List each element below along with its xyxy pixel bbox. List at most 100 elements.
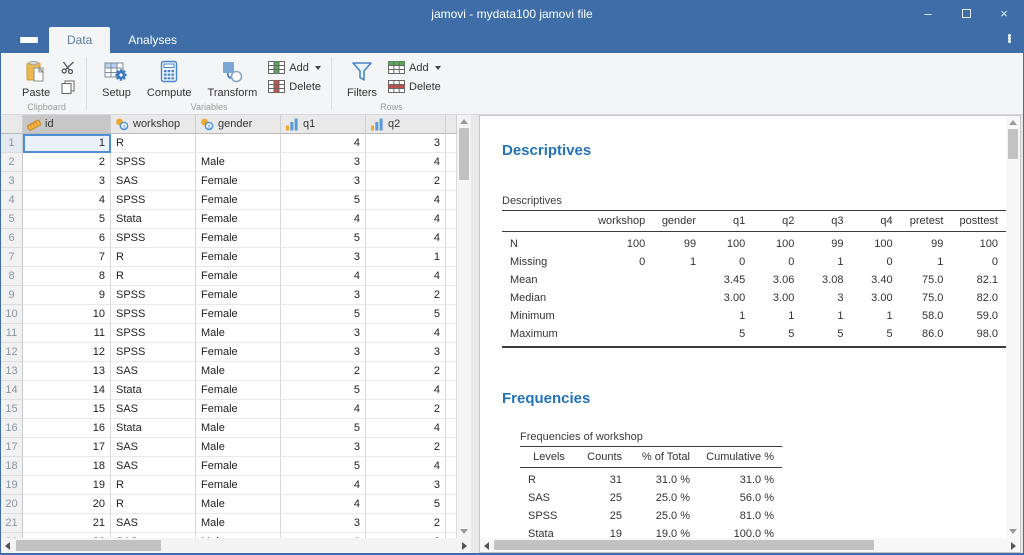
row-header[interactable]: 15 — [1, 400, 23, 419]
data-cell[interactable]: 11 — [23, 324, 111, 343]
data-cell[interactable]: SPSS — [111, 229, 196, 248]
scroll-up-icon[interactable] — [1009, 120, 1017, 125]
data-cell[interactable]: 5 — [366, 495, 446, 514]
horizontal-scroll-thumb[interactable] — [16, 540, 161, 551]
data-cell[interactable]: Female — [196, 248, 281, 267]
data-cell[interactable]: 2 — [366, 362, 446, 381]
data-cell[interactable] — [446, 438, 457, 457]
data-cell[interactable]: Female — [196, 172, 281, 191]
data-cell[interactable]: Female — [196, 343, 281, 362]
delete-row-button[interactable]: Delete — [386, 79, 443, 94]
data-cell[interactable] — [446, 362, 457, 381]
data-cell[interactable] — [446, 286, 457, 305]
tab-analyses[interactable]: Analyses — [110, 27, 195, 53]
data-cell[interactable]: Stata — [111, 381, 196, 400]
row-header[interactable]: 17 — [1, 438, 23, 457]
data-cell[interactable]: Male — [196, 495, 281, 514]
data-cell[interactable]: Stata — [111, 210, 196, 229]
data-cell[interactable]: Female — [196, 381, 281, 400]
data-cell[interactable]: Female — [196, 229, 281, 248]
data-cell[interactable]: 13 — [23, 362, 111, 381]
scroll-right-icon[interactable] — [462, 542, 467, 550]
data-cell[interactable]: 19 — [23, 476, 111, 495]
row-header[interactable]: 4 — [1, 191, 23, 210]
data-cell[interactable]: 6 — [23, 229, 111, 248]
data-cell[interactable]: 5 — [281, 457, 366, 476]
data-cell[interactable]: 4 — [366, 153, 446, 172]
close-button[interactable]: × — [985, 0, 1023, 27]
spreadsheet-corner-cell[interactable] — [1, 115, 23, 134]
data-cell[interactable] — [446, 267, 457, 286]
data-cell[interactable]: SPSS — [111, 153, 196, 172]
data-cell[interactable]: SPSS — [111, 343, 196, 362]
row-header[interactable]: 2 — [1, 153, 23, 172]
data-cell[interactable]: 17 — [23, 438, 111, 457]
data-cell[interactable]: 2 — [281, 362, 366, 381]
data-cell[interactable]: Female — [196, 305, 281, 324]
scroll-down-icon[interactable] — [1009, 529, 1017, 534]
data-cell[interactable]: 21 — [23, 514, 111, 533]
data-cell[interactable]: 5 — [281, 229, 366, 248]
data-cell[interactable]: 3 — [281, 514, 366, 533]
data-cell[interactable]: 2 — [23, 153, 111, 172]
row-header[interactable]: 9 — [1, 286, 23, 305]
descriptives-analysis[interactable]: Descriptives Descriptives workshopgender… — [502, 142, 1006, 348]
data-cell[interactable]: Female — [196, 400, 281, 419]
data-cell[interactable]: 5 — [23, 210, 111, 229]
row-header[interactable]: 14 — [1, 381, 23, 400]
row-header[interactable]: 19 — [1, 476, 23, 495]
copy-button[interactable] — [59, 79, 78, 95]
data-cell[interactable]: Female — [196, 457, 281, 476]
row-header[interactable]: 5 — [1, 210, 23, 229]
data-cell[interactable]: R — [111, 134, 196, 153]
data-cell[interactable]: 3 — [366, 343, 446, 362]
data-cell[interactable]: SAS — [111, 438, 196, 457]
column-header-partial[interactable] — [446, 115, 457, 134]
minimize-button[interactable]: – — [909, 0, 947, 27]
data-cell[interactable] — [446, 210, 457, 229]
data-cell[interactable] — [446, 476, 457, 495]
data-cell[interactable]: SPSS — [111, 305, 196, 324]
row-header[interactable]: 11 — [1, 324, 23, 343]
row-header[interactable]: 6 — [1, 229, 23, 248]
row-header[interactable]: 12 — [1, 343, 23, 362]
data-cell[interactable]: 1 — [23, 134, 111, 153]
data-cell[interactable]: 8 — [23, 267, 111, 286]
data-cell[interactable]: Female — [196, 286, 281, 305]
data-cell[interactable]: 3 — [281, 172, 366, 191]
data-cell[interactable]: 3 — [23, 172, 111, 191]
data-cell[interactable]: 4 — [366, 381, 446, 400]
data-cell[interactable]: R — [111, 476, 196, 495]
data-cell[interactable]: 4 — [366, 324, 446, 343]
data-cell[interactable]: Female — [196, 267, 281, 286]
filters-button[interactable]: Filters — [340, 57, 384, 101]
data-cell[interactable]: 5 — [366, 305, 446, 324]
data-cell[interactable]: 2 — [366, 438, 446, 457]
data-cell[interactable]: 18 — [23, 457, 111, 476]
data-cell[interactable]: 2 — [366, 172, 446, 191]
add-variable-button[interactable]: Add — [266, 60, 323, 75]
vertical-scroll-thumb[interactable] — [1008, 129, 1018, 159]
data-cell[interactable]: 15 — [23, 400, 111, 419]
data-cell[interactable] — [446, 400, 457, 419]
data-cell[interactable]: 4 — [366, 419, 446, 438]
data-cell[interactable]: 3 — [366, 134, 446, 153]
scroll-up-icon[interactable] — [460, 119, 468, 124]
data-cell[interactable]: 4 — [281, 210, 366, 229]
data-cell[interactable]: 4 — [281, 400, 366, 419]
data-cell[interactable]: SAS — [111, 362, 196, 381]
row-header[interactable]: 13 — [1, 362, 23, 381]
data-cell[interactable]: SAS — [111, 514, 196, 533]
paste-button[interactable]: Paste — [15, 57, 57, 101]
data-cell[interactable]: 4 — [366, 229, 446, 248]
data-cell[interactable]: SAS — [111, 172, 196, 191]
data-cell[interactable]: 3 — [281, 324, 366, 343]
data-cell[interactable]: 3 — [281, 286, 366, 305]
data-cell[interactable]: 4 — [23, 191, 111, 210]
data-cell[interactable]: 4 — [366, 267, 446, 286]
cut-button[interactable] — [59, 60, 78, 75]
data-cell[interactable]: SPSS — [111, 191, 196, 210]
scroll-left-icon[interactable] — [484, 542, 489, 550]
data-cell[interactable]: 5 — [281, 191, 366, 210]
data-cell[interactable] — [446, 172, 457, 191]
